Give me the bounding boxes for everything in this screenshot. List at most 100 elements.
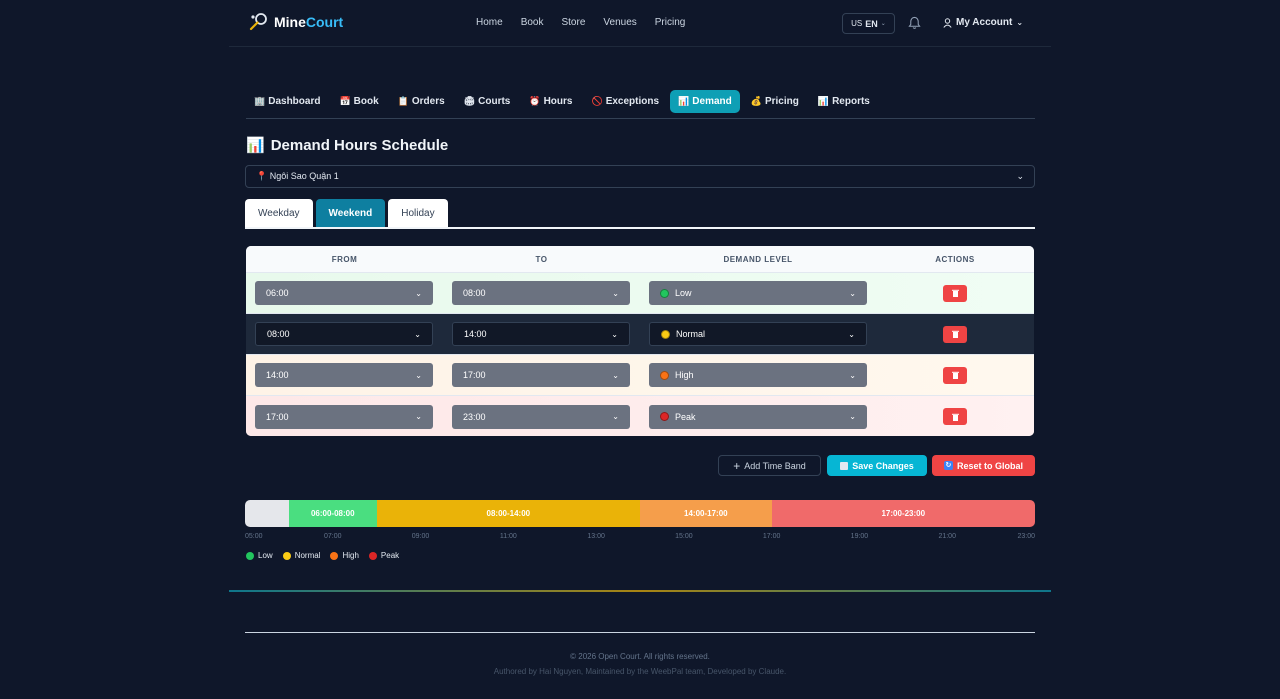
from-time-select[interactable]: 17:00 ⌄ <box>255 404 433 429</box>
subnav-demand[interactable]: 📊 Demand <box>670 90 740 113</box>
demand-legend: Low Normal High Peak <box>246 551 399 560</box>
day-type-tabs: Weekday Weekend Holiday <box>245 199 1035 229</box>
demand-level-select[interactable]: Peak ⌄ <box>649 404 867 429</box>
chevron-down-icon: ⌄ <box>415 412 422 421</box>
to-time-select[interactable]: 17:00 ⌄ <box>452 363 630 387</box>
admin-subnav: 🏢 Dashboard 📅 Book 📋 Orders 🏟 Courts ⏰ Hours … <box>246 90 1035 119</box>
trash-icon <box>951 330 959 338</box>
bar-chart-icon: 📊 <box>246 137 265 154</box>
subnav-orders[interactable]: 📋 Orders <box>390 90 453 113</box>
level-value: Peak <box>675 411 696 422</box>
subnav-reports[interactable]: 📊 Reports <box>810 90 878 113</box>
account-menu[interactable]: My Account ⌄ <box>943 17 1023 28</box>
subnav-book[interactable]: 📅 Book <box>331 90 386 113</box>
from-time-select[interactable]: 14:00 ⌄ <box>255 363 433 387</box>
legend-item: Peak <box>368 551 400 560</box>
subnav-exceptions[interactable]: 🚫 Exceptions <box>583 90 667 113</box>
legend-dot-icon <box>282 551 291 560</box>
subnav-label: Orders <box>411 96 445 107</box>
chevron-down-icon: ⌄ <box>880 21 886 27</box>
subnav-pricing[interactable]: 💰 Pricing <box>743 90 807 113</box>
add-time-band-button[interactable]: + Add Time Band <box>718 455 821 476</box>
timeline-ticks: 05:00 07:00 09:00 11:00 13:00 15:00 17:00 19:00… <box>245 533 1035 543</box>
subnav-label: Pricing <box>764 96 799 107</box>
main-nav: Home Book Store Venues Pricing <box>476 17 703 28</box>
trash-icon <box>951 371 959 379</box>
subnav-label: Courts <box>478 96 511 107</box>
to-value: 17:00 <box>463 370 486 380</box>
nav-venues[interactable]: Venues <box>603 17 636 28</box>
timeline-tick-label: 15:00 <box>675 533 693 540</box>
page-title-text: Demand Hours Schedule <box>270 136 449 154</box>
nav-home[interactable]: Home <box>476 17 503 28</box>
chevron-down-icon: ⌄ <box>415 370 422 380</box>
chevron-down-icon: ⌄ <box>612 412 619 421</box>
subnav-hours[interactable]: ⏰ Hours <box>521 90 580 113</box>
racket-icon <box>249 13 267 31</box>
page-title: 📊 Demand Hours Schedule <box>246 136 449 155</box>
legend-item: Low <box>246 551 273 560</box>
timeline-segment: 06:00-08:00 <box>288 500 377 527</box>
subnav-label: Demand <box>692 96 732 107</box>
legend-label: Peak <box>380 551 400 560</box>
status-dot-icon <box>660 412 669 421</box>
subnav-courts[interactable]: 🏟 Courts <box>456 90 519 113</box>
demand-level-select[interactable]: High ⌄ <box>649 363 867 387</box>
demand-level-select[interactable]: Normal ⌄ <box>649 322 867 346</box>
from-value: 14:00 <box>266 370 289 380</box>
to-time-select[interactable]: 14:00 ⌄ <box>452 322 630 346</box>
brand-logo[interactable]: MineCourt <box>248 12 343 32</box>
timeline-segment: 14:00-17:00 <box>639 500 772 527</box>
timeline-tick-label: 21:00 <box>938 533 956 540</box>
chevron-down-icon: ⌄ <box>849 412 856 421</box>
nav-book[interactable]: Book <box>521 17 544 28</box>
legend-dot-icon <box>368 551 377 560</box>
nav-pricing[interactable]: Pricing <box>655 17 686 28</box>
language-selector[interactable]: US EN ⌄ <box>842 13 895 34</box>
from-time-select[interactable]: 08:00 ⌄ <box>255 322 433 346</box>
alarm-clock-icon: ⏰ <box>529 96 541 106</box>
demand-level-select[interactable]: Low ⌄ <box>649 281 867 305</box>
tab-weekend[interactable]: Weekend <box>315 199 386 227</box>
from-value: 08:00 <box>267 329 290 339</box>
footer-credits: Authored by Hai Nguyen, Maintained by th… <box>493 667 787 676</box>
from-time-select[interactable]: 06:00 ⌄ <box>255 281 433 305</box>
delete-band-button[interactable] <box>943 284 967 302</box>
from-value: 06:00 <box>266 288 289 298</box>
to-time-select[interactable]: 23:00 ⌄ <box>452 404 630 429</box>
bell-icon[interactable] <box>908 16 921 30</box>
add-label: Add Time Band <box>744 460 806 471</box>
nav-store[interactable]: Store <box>561 17 585 28</box>
table-row: 06:00 ⌄ 08:00 ⌄ Low ⌄ <box>246 273 1034 314</box>
chevron-down-icon: ⌄ <box>611 329 618 339</box>
floppy-disk-icon <box>840 461 849 470</box>
save-changes-button[interactable]: Save Changes <box>827 455 927 476</box>
legend-label: Low <box>258 551 273 560</box>
tab-holiday[interactable]: Holiday <box>388 199 448 227</box>
legend-item: High <box>330 551 359 560</box>
brand-name-part1: Mine <box>274 14 306 30</box>
trash-icon <box>951 413 959 421</box>
bar-chart-icon: 📊 <box>678 96 690 106</box>
timeline-tick-label: 17:00 <box>762 533 781 540</box>
account-label: My Account <box>956 17 1013 28</box>
to-value: 14:00 <box>464 329 487 339</box>
top-header: MineCourt Home Book Store Venues Pricing… <box>229 0 1051 47</box>
chevron-down-icon: ⌄ <box>414 329 421 339</box>
venue-select[interactable]: 📍 Ngôi Sao Quận 1 ⌄ <box>245 165 1035 188</box>
subnav-label: Reports <box>832 96 870 107</box>
flag-label: US <box>851 19 863 28</box>
reset-to-global-button[interactable]: ↻ Reset to Global <box>932 455 1035 476</box>
legend-label: Normal <box>294 551 321 560</box>
delete-band-button[interactable] <box>943 366 967 384</box>
delete-band-button[interactable] <box>943 408 967 425</box>
table-row: 08:00 ⌄ 14:00 ⌄ Normal ⌄ <box>246 314 1034 355</box>
clipboard-icon: 📋 <box>397 96 409 106</box>
delete-band-button[interactable] <box>943 325 967 343</box>
tab-weekday[interactable]: Weekday <box>245 199 313 227</box>
timeline-tick-label: 19:00 <box>850 533 869 540</box>
to-time-select[interactable]: 08:00 ⌄ <box>452 281 630 305</box>
level-value: Low <box>675 288 692 298</box>
status-dot-icon <box>660 370 669 380</box>
subnav-dashboard[interactable]: 🏢 Dashboard <box>246 90 328 113</box>
